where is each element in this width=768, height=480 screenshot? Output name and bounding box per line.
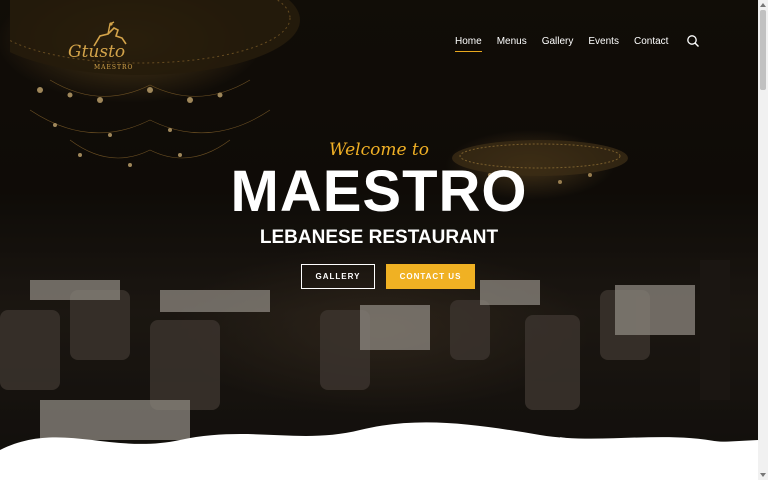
search-icon[interactable] — [686, 34, 700, 48]
logo-sub-text: MAESTRO — [94, 64, 134, 71]
nav-item-menus[interactable]: Menus — [497, 36, 527, 47]
main-nav: Home Menus Gallery Events Contact — [455, 34, 700, 52]
nav-item-contact[interactable]: Contact — [634, 36, 668, 47]
welcome-text: Welcome to — [329, 140, 429, 160]
gallery-button[interactable]: GALLERY — [301, 264, 375, 289]
hero-subtitle: LEBANESE RESTAURANT — [259, 227, 499, 248]
nav-item-gallery[interactable]: Gallery — [542, 36, 574, 47]
contact-us-button[interactable]: CONTACT US — [386, 264, 475, 289]
scrollbar-thumb[interactable] — [760, 10, 766, 90]
scroll-down-icon[interactable] — [760, 472, 766, 478]
hero-title: MAESTRO — [230, 159, 528, 224]
page-scrollbar[interactable] — [758, 0, 768, 480]
scroll-up-icon[interactable] — [760, 2, 766, 8]
nav-item-home[interactable]: Home — [455, 36, 482, 52]
wave-divider — [0, 422, 758, 480]
site-logo[interactable]: Gtusto MAESTRO — [64, 20, 144, 72]
logo-script-text: Gtusto — [68, 42, 126, 62]
nav-item-events[interactable]: Events — [588, 36, 619, 47]
